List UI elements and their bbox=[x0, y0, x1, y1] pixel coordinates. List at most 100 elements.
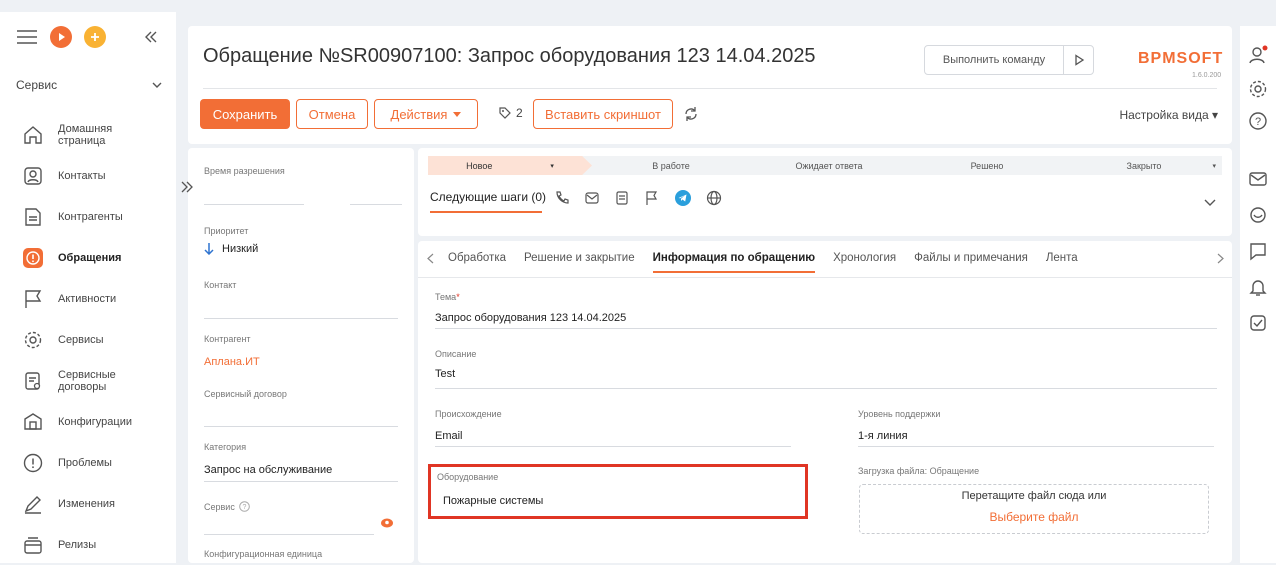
resolution-time-field[interactable] bbox=[350, 204, 402, 205]
cancel-button[interactable]: Отмена bbox=[296, 99, 368, 129]
nav-item-releases[interactable]: Релизы bbox=[0, 524, 176, 565]
help-icon[interactable]: ? bbox=[239, 501, 250, 512]
collapse-icon[interactable] bbox=[144, 31, 158, 43]
subject-value[interactable]: Запрос оборудования 123 14.04.2025 bbox=[435, 312, 626, 324]
nav-item-label: Релизы bbox=[58, 538, 97, 551]
nav-top-bar bbox=[16, 26, 158, 48]
hamburger-menu-icon[interactable] bbox=[16, 29, 38, 45]
user-profile-icon[interactable] bbox=[1247, 44, 1269, 66]
gear-icon[interactable] bbox=[1247, 78, 1269, 100]
insert-screenshot-button[interactable]: Вставить скриншот bbox=[533, 99, 673, 129]
nav-item-activities[interactable]: Активности bbox=[0, 278, 176, 319]
plus-icon[interactable] bbox=[84, 26, 106, 48]
play-icon[interactable] bbox=[50, 26, 72, 48]
run-command-button[interactable] bbox=[1063, 46, 1093, 74]
stage-label: В работе bbox=[652, 160, 690, 171]
file-upload-label: Загрузка файла: Обращение bbox=[858, 466, 980, 476]
svg-text:?: ? bbox=[1255, 116, 1261, 128]
stage-closed[interactable]: Закрыто ▾ bbox=[1066, 156, 1222, 175]
nav-item-label: Сервисы bbox=[58, 333, 104, 346]
description-value[interactable]: Test bbox=[435, 368, 455, 380]
required-marker: * bbox=[456, 292, 460, 302]
telegram-icon[interactable] bbox=[674, 189, 692, 207]
svg-text:?: ? bbox=[242, 504, 246, 511]
support-level-label: Уровень поддержки bbox=[858, 409, 941, 419]
nav-items: Домашняя страница Контакты Контрагенты О… bbox=[0, 114, 176, 565]
expand-panel-icon[interactable] bbox=[180, 181, 194, 193]
tab-feed[interactable]: Лента bbox=[1046, 252, 1078, 273]
actions-button[interactable]: Действия bbox=[374, 99, 478, 129]
choose-file-link[interactable]: Выберите файл bbox=[860, 510, 1208, 524]
nav-item-service-contracts[interactable]: Сервисные договоры bbox=[0, 360, 176, 401]
caret-down-icon bbox=[453, 111, 462, 117]
priority-field[interactable]: Низкий bbox=[204, 243, 258, 255]
nav-item-accounts[interactable]: Контрагенты bbox=[0, 196, 176, 237]
nav-item-changes[interactable]: Изменения bbox=[0, 483, 176, 524]
nav-item-configurations[interactable]: Конфигурации bbox=[0, 401, 176, 442]
tag-icon bbox=[499, 107, 511, 119]
nav-item-cases[interactable]: Обращения bbox=[0, 237, 176, 278]
chat-icon[interactable] bbox=[1247, 204, 1269, 226]
stage-awaiting-response[interactable]: Ожидает ответа bbox=[750, 156, 908, 175]
tab-case-info[interactable]: Информация по обращению bbox=[652, 252, 816, 273]
tab-processing[interactable]: Обработка bbox=[448, 252, 506, 273]
email-icon[interactable] bbox=[1247, 168, 1269, 190]
flag-icon[interactable] bbox=[644, 190, 660, 206]
service-label: Сервис ? bbox=[204, 501, 250, 512]
support-level-value[interactable]: 1-я линия bbox=[858, 430, 908, 442]
tag-counter[interactable]: 2 bbox=[498, 106, 523, 120]
nav-item-home[interactable]: Домашняя страница bbox=[0, 114, 176, 155]
flag-icon bbox=[25, 289, 42, 308]
note-icon[interactable] bbox=[614, 190, 630, 206]
contact-field[interactable] bbox=[204, 318, 398, 319]
nav-item-problems[interactable]: Проблемы bbox=[0, 442, 176, 483]
stage-in-progress[interactable]: В работе bbox=[592, 156, 750, 175]
tab-resolution[interactable]: Решение и закрытие bbox=[524, 252, 635, 273]
phone-icon[interactable] bbox=[554, 190, 570, 206]
chevron-down-icon[interactable] bbox=[1204, 199, 1216, 206]
equipment-value[interactable]: Пожарные системы bbox=[443, 495, 543, 507]
section-dropdown[interactable]: Сервис bbox=[16, 78, 162, 92]
arrow-down-icon bbox=[204, 243, 214, 255]
save-button[interactable]: Сохранить bbox=[200, 99, 290, 129]
email-icon[interactable] bbox=[584, 190, 600, 206]
tab-attachments[interactable]: Файлы и примечания bbox=[914, 252, 1028, 273]
checkbox-icon[interactable] bbox=[1247, 312, 1269, 334]
description-label: Описание bbox=[435, 349, 477, 359]
nav-item-label: Проблемы bbox=[58, 456, 112, 469]
nav-item-services[interactable]: Сервисы bbox=[0, 319, 176, 360]
stage-resolved[interactable]: Решено bbox=[908, 156, 1066, 175]
stage-label: Ожидает ответа bbox=[795, 160, 863, 171]
nav-item-label: Домашняя страница bbox=[58, 122, 113, 147]
tab-timeline[interactable]: Хронология bbox=[833, 252, 896, 273]
origin-value[interactable]: Email bbox=[435, 430, 463, 442]
cloud-icon[interactable] bbox=[380, 516, 394, 528]
subject-underline bbox=[435, 328, 1217, 329]
priority-label: Приоритет bbox=[204, 226, 249, 236]
help-icon[interactable]: ? bbox=[1247, 110, 1269, 132]
nav-item-label: Изменения bbox=[58, 497, 115, 510]
stage-new[interactable]: Новое ▾ bbox=[428, 156, 592, 175]
command-input[interactable]: Выполнить команду bbox=[924, 45, 1094, 75]
chevron-left-icon[interactable] bbox=[427, 253, 434, 264]
account-link[interactable]: Аплана.ИТ bbox=[204, 356, 260, 368]
nav-item-contacts[interactable]: Контакты bbox=[0, 155, 176, 196]
stage-label: Решено bbox=[970, 160, 1004, 171]
view-settings-label: Настройка вида bbox=[1119, 108, 1209, 122]
next-steps-tab[interactable]: Следующие шаги (0) bbox=[430, 190, 546, 204]
sync-icon[interactable] bbox=[683, 106, 699, 122]
problem-icon bbox=[23, 453, 43, 472]
globe-icon[interactable] bbox=[706, 190, 722, 206]
service-contract-field[interactable] bbox=[204, 426, 398, 427]
nav-item-label: Сервисные договоры bbox=[58, 368, 116, 393]
service-field[interactable] bbox=[204, 534, 374, 535]
stage-label: Новое bbox=[466, 160, 493, 171]
bell-icon[interactable] bbox=[1247, 276, 1269, 298]
message-icon[interactable] bbox=[1247, 240, 1269, 262]
file-drop-zone[interactable]: Перетащите файл сюда или Выберите файл bbox=[859, 484, 1209, 534]
category-label: Категория bbox=[204, 442, 247, 452]
view-settings-button[interactable]: Настройка вида ▾ bbox=[1119, 108, 1218, 122]
chevron-right-icon[interactable] bbox=[1217, 253, 1224, 264]
category-value[interactable]: Запрос на обслуживание bbox=[204, 464, 332, 476]
resolution-date-field[interactable] bbox=[204, 204, 304, 205]
